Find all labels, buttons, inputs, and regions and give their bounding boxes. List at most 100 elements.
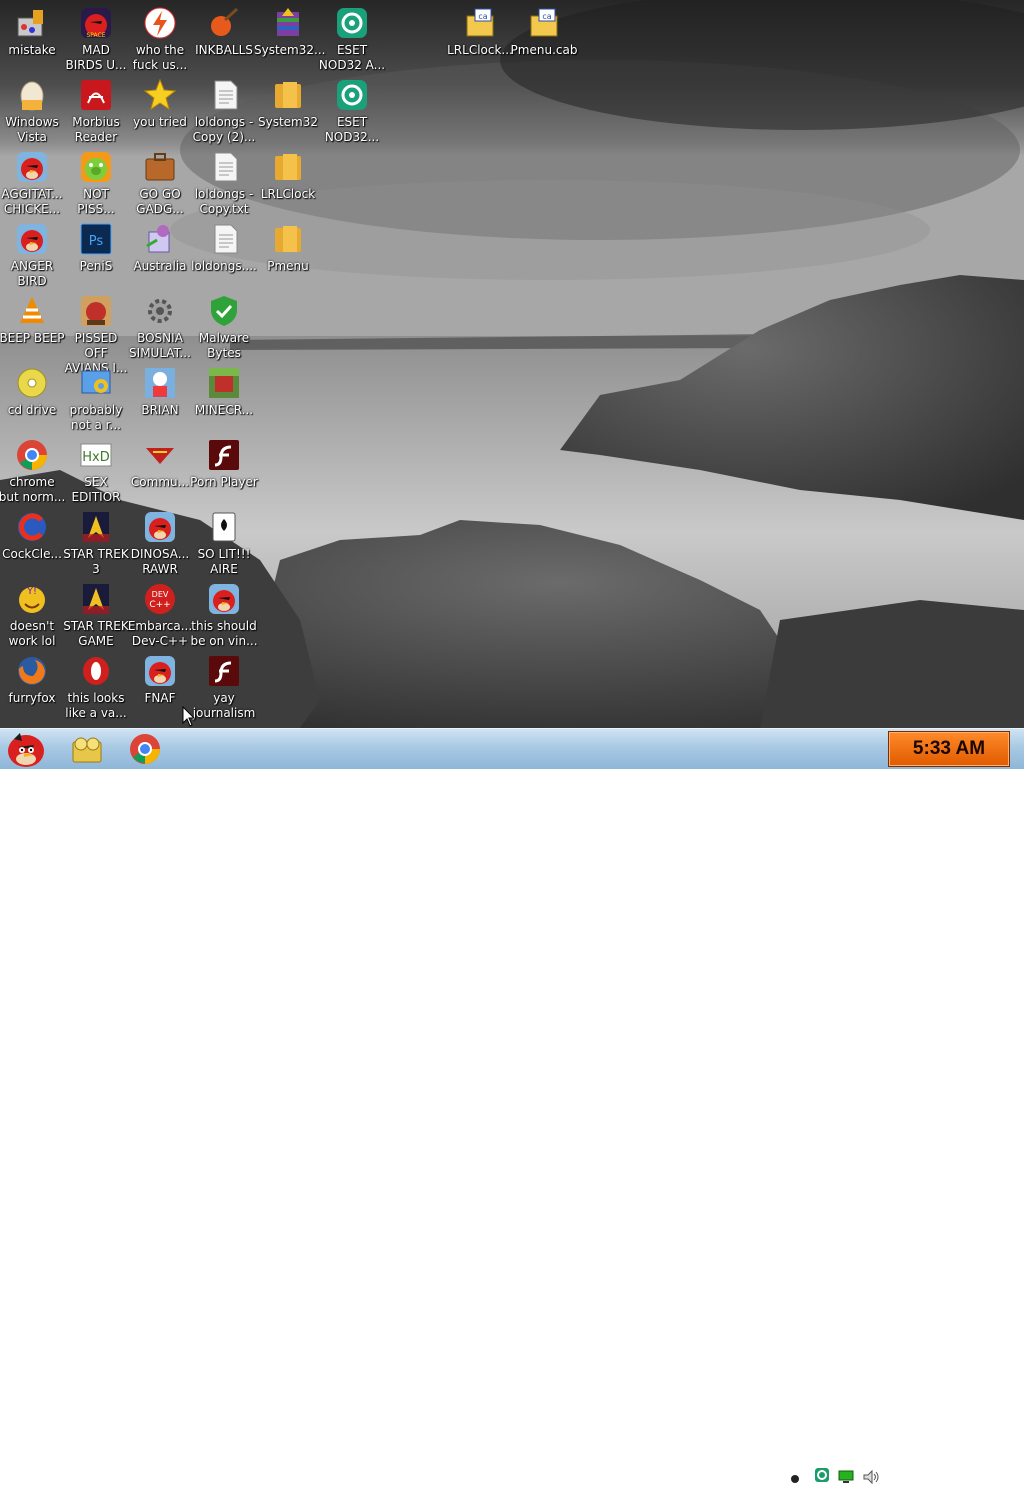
flash-icon <box>209 656 239 686</box>
desktop-icon[interactable]: Malware Bytes <box>190 294 258 361</box>
angry-bird-icon <box>145 512 175 542</box>
desktop-icon[interactable]: GO GO GADG... <box>126 150 194 217</box>
winrar-icon <box>277 8 299 36</box>
desktop-icon[interactable]: ESET NOD32 A... <box>318 6 386 73</box>
desktop-icon[interactable]: INKBALLS <box>190 6 258 58</box>
desktop-icon[interactable]: loldongs.... <box>190 222 258 274</box>
desktop-icon[interactable]: Y! doesn't work lol <box>0 582 66 649</box>
taskbar-clock[interactable]: 5:33 AM <box>888 731 1010 767</box>
desktop-icon-label: loldongs - Copy.txt <box>194 187 254 216</box>
mouse-cursor-icon <box>182 706 196 727</box>
desktop-icon-label: SEX EDITIOR <box>71 475 121 504</box>
desktop-icon[interactable]: Porn Player <box>190 438 258 490</box>
desktop-icon[interactable]: mistake <box>0 6 66 58</box>
desktop-icon[interactable]: System32... <box>254 6 325 58</box>
desktop-icon-label: yay journalism <box>192 691 256 720</box>
desktop[interactable]: mistake SPACE MAD BIRDS U... who the fuck u… <box>0 0 1024 728</box>
desktop-icon[interactable]: Commu... <box>126 438 194 490</box>
desktop-icon-label: chrome but norm... <box>0 475 66 504</box>
svg-text:Y!: Y! <box>26 586 37 597</box>
desktop-icon[interactable]: CockCle... <box>0 510 66 562</box>
desktop-icon-label: BRIAN <box>141 403 179 417</box>
svg-text:Ps: Ps <box>89 234 104 249</box>
desktop-icon[interactable]: ESET NOD32... <box>318 78 386 145</box>
desktop-icon[interactable]: HxD SEX EDITIOR <box>62 438 130 505</box>
desktop-icon-label: GO GO GADG... <box>136 187 184 216</box>
desktop-icon[interactable]: who the fuck us... <box>126 6 194 73</box>
angry-bird-icon <box>17 224 47 254</box>
desktop-icon[interactable]: ca Pmenu.cab <box>510 6 578 58</box>
paint-box-icon <box>17 10 43 37</box>
desktop-icon[interactable]: FNAF <box>126 654 194 706</box>
desktop-icon[interactable]: this should be on vin... <box>190 582 258 649</box>
taskbar-chrome[interactable] <box>128 732 162 766</box>
desktop-icon[interactable]: probably not a r... <box>62 366 130 433</box>
desktop-icon-label: STAR TREK 3 <box>63 547 129 576</box>
desktop-icon[interactable]: STAR TREK GAME <box>62 582 130 649</box>
gear-icon <box>148 299 172 323</box>
volume-icon[interactable] <box>862 1469 880 1489</box>
briefcase-icon <box>145 153 175 181</box>
desktop-icon-label: STAR TREK GAME <box>63 619 129 648</box>
desktop-icon[interactable]: DEV C++ Embarca... Dev-C++ <box>126 582 194 649</box>
desktop-icon[interactable]: ANGER BIRD <box>0 222 66 289</box>
desktop-icon-label: ANGER BIRD <box>10 259 54 288</box>
desktop-icon[interactable]: you tried <box>126 78 194 130</box>
desktop-icon[interactable]: System32 <box>254 78 322 130</box>
folder-icon <box>275 82 301 108</box>
desktop-icon[interactable]: loldongs - Copy (2)... <box>190 78 258 145</box>
action-center-icon[interactable] <box>790 1469 800 1488</box>
inkball-icon <box>211 7 239 36</box>
desktop-icon-label: NOT PISS... <box>77 187 115 216</box>
desktop-icon[interactable]: cd drive <box>0 366 66 418</box>
desktop-icon[interactable]: Ps PeniS <box>62 222 130 274</box>
desktop-icon[interactable]: STAR TREK 3 <box>62 510 130 577</box>
desktop-icon-label: loldongs.... <box>191 259 257 273</box>
desktop-icon[interactable]: AGGITAT... CHICKE... <box>0 150 66 217</box>
svg-text:SPACE: SPACE <box>86 32 105 39</box>
cab-icon: ca <box>530 8 558 37</box>
desktop-icon[interactable]: Pmenu <box>254 222 322 274</box>
desktop-icon-label: BEEP BEEP <box>0 331 65 345</box>
svg-text:C++: C++ <box>149 600 170 610</box>
desktop-icon[interactable]: LRLClock <box>254 150 322 202</box>
flash-icon <box>209 440 239 470</box>
desktop-icon[interactable]: yay journalism <box>190 654 258 721</box>
start-button[interactable] <box>4 729 48 769</box>
desktop-icon[interactable]: DINOSA... RAWR <box>126 510 194 577</box>
desktop-icon[interactable]: SPACE MAD BIRDS U... <box>62 6 130 73</box>
desktop-icon-label: FNAF <box>144 691 176 705</box>
desktop-icon[interactable]: NOT PISS... <box>62 150 130 217</box>
desktop-icon[interactable]: SO LIT!!! AIRE <box>190 510 258 577</box>
desktop-icon[interactable]: furryfox <box>0 654 66 706</box>
yahoo-icon: Y! <box>19 586 45 613</box>
desktop-icon[interactable]: Morbius Reader <box>62 78 130 145</box>
desktop-icon-label: Windows Vista <box>5 115 59 144</box>
desktop-icon[interactable]: MINECR... <box>190 366 258 418</box>
desktop-icon[interactable]: PISSED OFF AVIANS I... <box>62 294 130 376</box>
network-icon[interactable] <box>838 1469 854 1488</box>
desktop-icon[interactable]: BEEP BEEP <box>0 294 66 346</box>
desktop-icon-label: Porn Player <box>190 475 258 489</box>
desktop-icon-label: Australia <box>133 259 187 273</box>
angry-birds-space-icon: SPACE <box>81 8 111 39</box>
desktop-icon-label: furryfox <box>8 691 56 705</box>
desktop-icon-label: System32 <box>257 115 319 129</box>
desktop-icon[interactable]: this looks like a va... <box>62 654 130 721</box>
eset-tray-icon[interactable] <box>814 1467 830 1487</box>
desktop-icon[interactable]: Australia <box>126 222 194 274</box>
lightning-icon <box>144 7 176 39</box>
taskbar-file-explorer[interactable] <box>70 732 104 766</box>
desktop-icon-label: Embarca... Dev-C++ <box>127 619 193 648</box>
character-icon <box>145 368 175 398</box>
text-file-icon <box>214 152 238 182</box>
desktop-icon[interactable]: BRIAN <box>126 366 194 418</box>
desktop-icon[interactable]: ca LRLClock... <box>446 6 514 58</box>
opera-icon <box>83 657 109 685</box>
desktop-icon-label: Malware Bytes <box>198 331 250 360</box>
folder-icon <box>275 226 301 252</box>
desktop-icon[interactable]: Windows Vista <box>0 78 66 145</box>
desktop-icon[interactable]: loldongs - Copy.txt <box>190 150 258 217</box>
desktop-icon[interactable]: BOSNIA SIMULAT... <box>126 294 194 361</box>
desktop-icon[interactable]: chrome but norm... <box>0 438 66 505</box>
